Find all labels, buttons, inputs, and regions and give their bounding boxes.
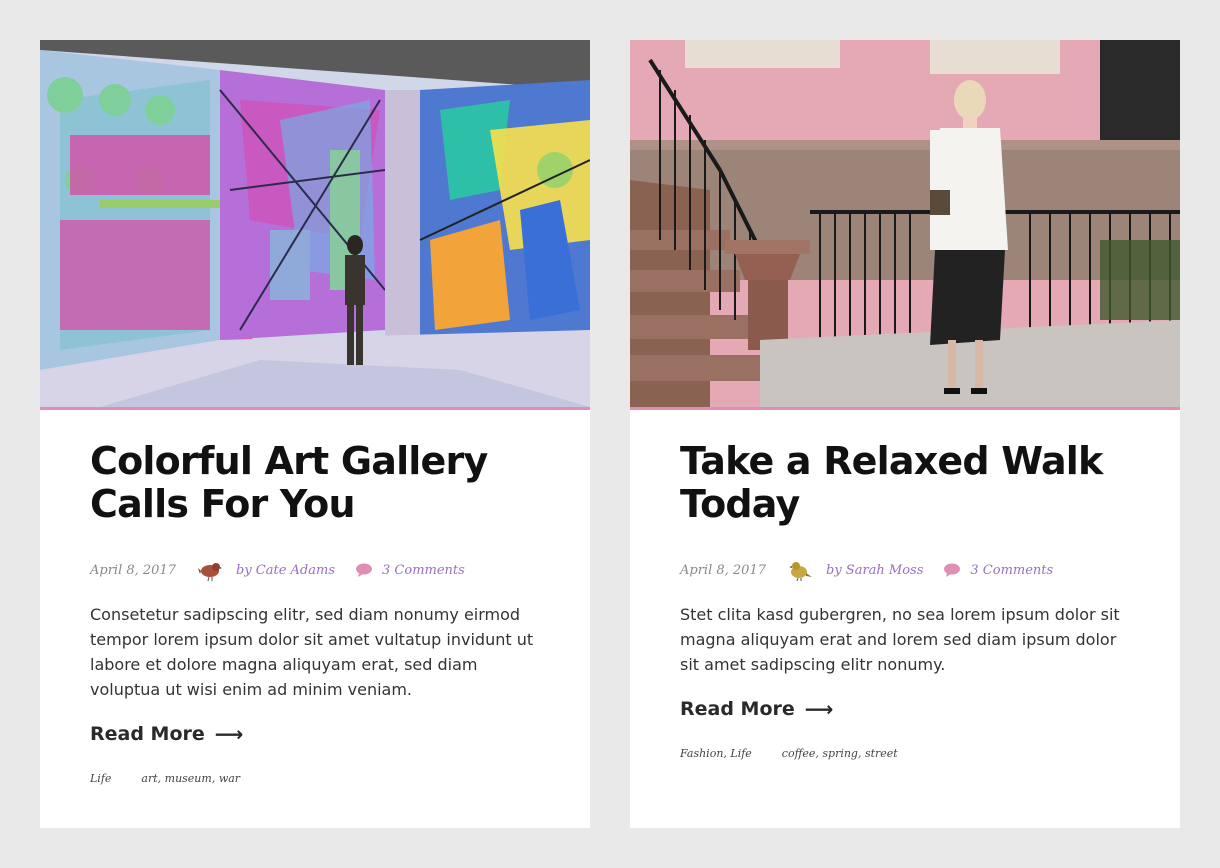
post-excerpt: Consetetur sadipscing elitr, sed diam no…	[90, 605, 534, 699]
post-meta: April 8, 2017 by Cate Adams 3 Comments	[90, 558, 540, 582]
post-comments-link[interactable]: 3 Comments	[382, 563, 465, 578]
post-tags[interactable]: art, museum, war	[141, 772, 240, 785]
arrow-right-icon: ⟶	[804, 697, 834, 721]
post-author-link[interactable]: by Cate Adams	[236, 563, 335, 578]
post-tags[interactable]: coffee, spring, street	[782, 747, 898, 760]
post-title[interactable]: Take a Relaxed Walk Today	[680, 440, 1130, 526]
comment-bubble-icon	[943, 563, 961, 577]
post-title[interactable]: Colorful Art Gallery Calls For You	[90, 440, 540, 526]
read-more-label: Read More	[90, 723, 205, 745]
post-meta: April 8, 2017 by Sarah Moss 3 Comments	[680, 558, 1130, 582]
accent-divider	[40, 407, 590, 410]
post-date[interactable]: April 8, 2017	[90, 563, 176, 578]
post-date[interactable]: April 8, 2017	[680, 563, 766, 578]
post-author-link[interactable]: by Sarah Moss	[826, 563, 923, 578]
post-card: Colorful Art Gallery Calls For You April…	[40, 40, 590, 828]
post-categories[interactable]: Life	[90, 772, 111, 785]
post-categories[interactable]: Fashion, Life	[680, 747, 752, 760]
post-taxonomy: Life art, museum, war	[90, 772, 540, 785]
post-card: Take a Relaxed Walk Today April 8, 2017 …	[630, 40, 1180, 828]
read-more-label: Read More	[680, 698, 795, 720]
post-taxonomy: Fashion, Life coffee, spring, street	[680, 747, 1130, 760]
comment-bubble-icon	[355, 563, 373, 577]
gallery-photo-image	[40, 40, 590, 407]
street-photo-image	[630, 40, 1180, 407]
read-more-link[interactable]: Read More ⟶	[680, 697, 833, 721]
bird-avatar-icon	[788, 559, 812, 582]
post-excerpt: Stet clita kasd gubergren, no sea lorem …	[680, 605, 1120, 674]
post-featured-image[interactable]	[40, 40, 590, 407]
bird-avatar-icon	[198, 559, 222, 582]
accent-divider	[630, 407, 1180, 410]
post-featured-image[interactable]	[630, 40, 1180, 407]
post-comments-link[interactable]: 3 Comments	[970, 563, 1053, 578]
read-more-link[interactable]: Read More ⟶	[90, 722, 243, 746]
arrow-right-icon: ⟶	[214, 722, 244, 746]
